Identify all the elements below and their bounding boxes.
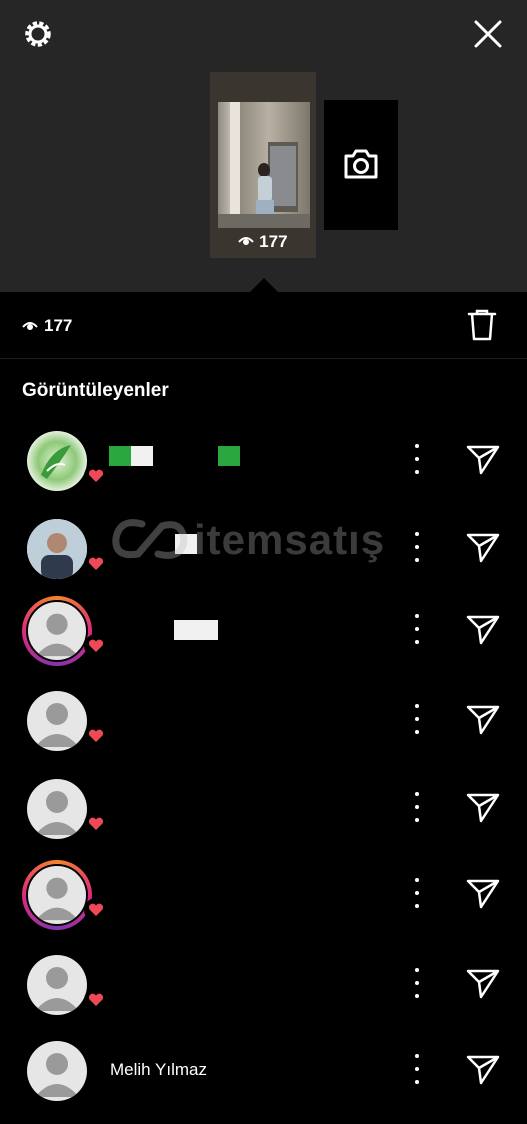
watermark-text: itemsatış (194, 516, 386, 563)
viewer-row[interactable] (0, 950, 527, 1038)
viewer-username[interactable]: Melih Yılmaz (110, 1060, 207, 1080)
avatar[interactable] (22, 950, 108, 1020)
avatar[interactable] (22, 860, 108, 930)
redaction (131, 446, 153, 466)
viewers-heading: Görüntüleyenler (22, 380, 169, 401)
viewer-row[interactable] (0, 426, 527, 514)
heart-icon (84, 552, 108, 576)
redaction (218, 446, 240, 466)
views-count: 177 (44, 316, 73, 335)
camera-icon (344, 149, 378, 179)
story-thumbnail[interactable]: 177 (210, 72, 316, 258)
trash-icon[interactable] (466, 308, 498, 342)
avatar[interactable] (22, 1036, 92, 1106)
viewer-row[interactable]: Melih Yılmaz (0, 1036, 527, 1124)
more-options-icon[interactable] (405, 704, 429, 734)
avatar[interactable] (22, 686, 108, 756)
more-options-icon[interactable] (405, 614, 429, 644)
redaction (174, 620, 218, 640)
send-icon[interactable] (466, 704, 500, 736)
avatar[interactable] (22, 774, 108, 844)
watermark-logo-icon (112, 519, 188, 559)
send-icon[interactable] (466, 1054, 500, 1086)
heart-icon (84, 724, 108, 748)
viewer-row[interactable] (0, 596, 527, 684)
more-options-icon[interactable] (405, 792, 429, 822)
heart-icon (84, 464, 108, 488)
thumbnail-views-count: 177 (259, 232, 288, 251)
story-preview-area: 177 (0, 0, 527, 293)
more-options-icon[interactable] (405, 878, 429, 908)
viewer-row[interactable] (0, 860, 527, 948)
more-options-icon[interactable] (405, 968, 429, 998)
heart-icon (84, 634, 108, 658)
add-story-tile[interactable] (324, 100, 398, 230)
send-icon[interactable] (466, 614, 500, 646)
send-icon[interactable] (466, 968, 500, 1000)
watermark: itemsatış (110, 512, 420, 566)
viewer-row[interactable] (0, 686, 527, 774)
heart-icon (84, 812, 108, 836)
viewer-row[interactable] (0, 774, 527, 862)
story-stats-bar: 177 (0, 292, 527, 359)
thumbnail-views: 177 (210, 232, 316, 252)
selection-pointer (249, 278, 279, 293)
settings-icon[interactable] (20, 16, 56, 52)
avatar[interactable] (22, 514, 108, 584)
eye-icon (22, 322, 38, 330)
eye-icon (238, 232, 259, 251)
send-icon[interactable] (466, 444, 500, 476)
heart-icon (84, 898, 108, 922)
heart-icon (84, 988, 108, 1012)
send-icon[interactable] (466, 532, 500, 564)
views-counter: 177 (22, 316, 72, 336)
more-options-icon[interactable] (405, 444, 429, 474)
redaction (109, 446, 131, 466)
story-image (218, 102, 310, 228)
send-icon[interactable] (466, 792, 500, 824)
send-icon[interactable] (466, 878, 500, 910)
close-icon[interactable] (470, 16, 506, 52)
avatar[interactable] (22, 596, 108, 666)
avatar[interactable] (22, 426, 108, 496)
